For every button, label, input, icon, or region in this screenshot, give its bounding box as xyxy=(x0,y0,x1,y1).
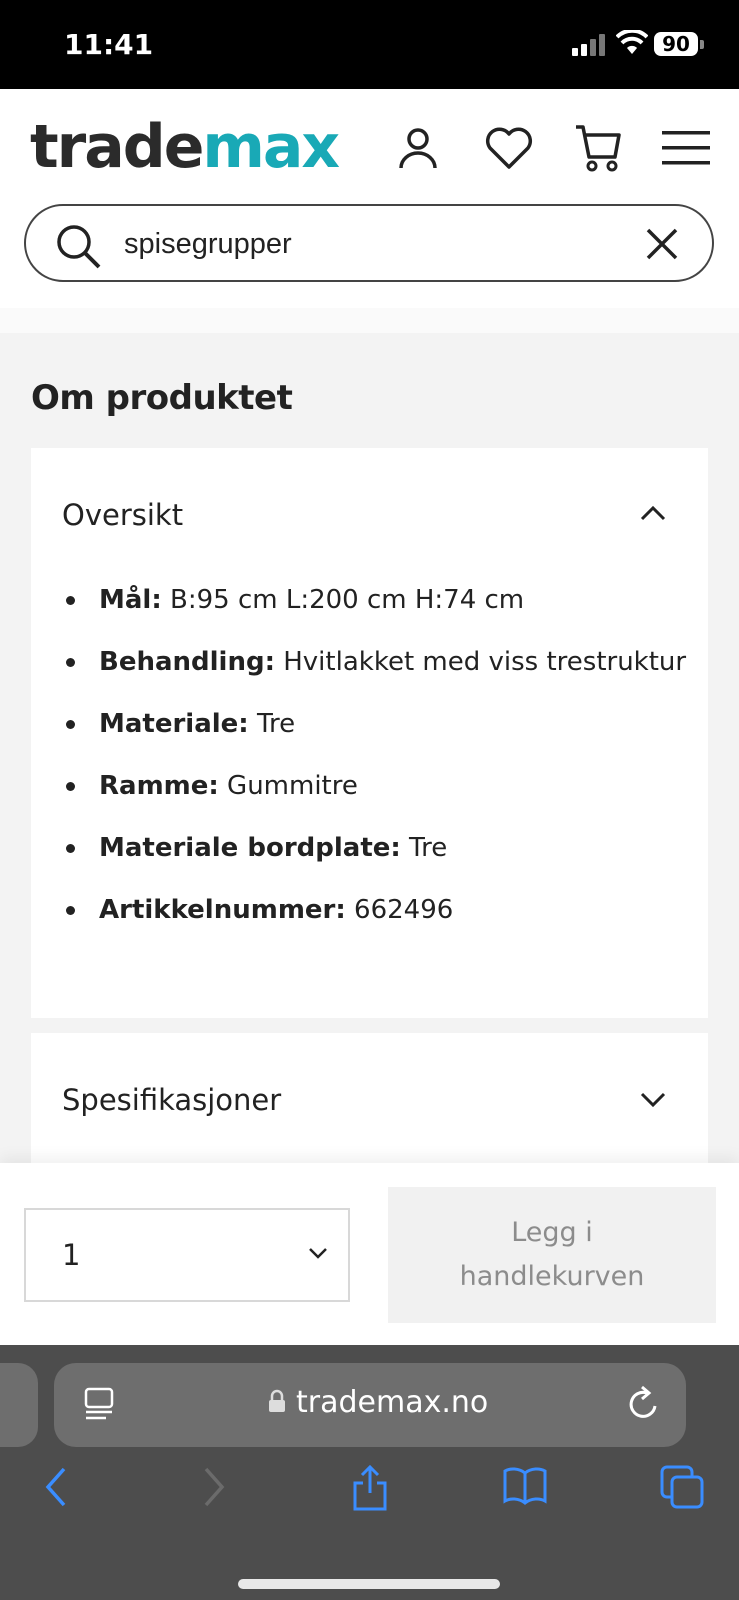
spec-value: B:95 cm L:200 cm H:74 cm xyxy=(161,585,525,615)
signal-icon xyxy=(572,34,605,56)
specifications-panel[interactable]: Spesifikasjoner xyxy=(31,1033,708,1163)
spec-value: Tre xyxy=(400,833,448,863)
spec-label: Behandling: xyxy=(99,647,275,677)
spec-value: Hvitlakket med viss trestruktur xyxy=(274,647,687,677)
status-time: 11:41 xyxy=(64,28,154,61)
browser-toolbar: trademax.no xyxy=(0,1345,739,1600)
chevron-up-icon[interactable] xyxy=(639,504,667,522)
tabs-icon[interactable] xyxy=(660,1465,704,1509)
forward-icon[interactable] xyxy=(200,1465,228,1509)
add-to-cart-button[interactable]: Legg i handlekurven xyxy=(388,1187,716,1323)
status-bar: 11:41 90 xyxy=(0,0,739,89)
heart-icon[interactable] xyxy=(481,120,537,176)
search-bar[interactable] xyxy=(24,204,714,282)
overview-title[interactable]: Oversikt xyxy=(62,498,183,532)
list-item: Materiale: Tre xyxy=(31,704,691,744)
battery-tip xyxy=(700,40,704,49)
url-text: trademax.no xyxy=(296,1385,489,1420)
address-bar[interactable]: trademax.no xyxy=(54,1363,686,1447)
wifi-icon xyxy=(616,30,648,54)
trademax-logo[interactable]: trademax xyxy=(30,112,340,182)
back-icon[interactable] xyxy=(42,1465,70,1509)
home-indicator xyxy=(238,1579,500,1589)
spec-value: Tre xyxy=(248,709,296,739)
reader-icon[interactable] xyxy=(84,1387,114,1421)
search-input[interactable] xyxy=(124,222,644,266)
spec-value: Gummitre xyxy=(218,771,358,801)
list-item: Materiale bordplate: Tre xyxy=(31,828,691,868)
list-item: Ramme: Gummitre xyxy=(31,766,691,806)
spec-value: 662496 xyxy=(345,895,454,925)
add-to-cart-bar: 1 Legg i handlekurven xyxy=(0,1163,739,1345)
reload-icon[interactable] xyxy=(626,1385,662,1423)
quantity-select[interactable]: 1 xyxy=(24,1208,350,1302)
spec-label: Materiale bordplate: xyxy=(99,833,401,863)
list-item: Behandling: Hvitlakket med viss trestruk… xyxy=(31,642,691,682)
list-item: Artikkelnummer: 662496 xyxy=(31,890,691,930)
spec-label: Mål: xyxy=(99,585,162,615)
overview-panel: Oversikt Mål: B:95 cm L:200 cm H:74 cm B… xyxy=(31,448,708,1018)
close-icon[interactable] xyxy=(644,226,680,262)
logo-part-max: max xyxy=(202,112,340,182)
overview-list: Mål: B:95 cm L:200 cm H:74 cm Behandling… xyxy=(31,580,691,952)
previous-tab-preview[interactable] xyxy=(0,1363,38,1447)
user-icon[interactable] xyxy=(390,120,446,176)
header-divider xyxy=(0,308,739,333)
menu-icon[interactable] xyxy=(658,120,714,176)
cart-icon[interactable] xyxy=(570,120,626,176)
chevron-down-icon xyxy=(309,1248,327,1259)
share-icon[interactable] xyxy=(350,1465,390,1511)
specifications-title[interactable]: Spesifikasjoner xyxy=(62,1083,281,1117)
quantity-value: 1 xyxy=(62,1238,81,1272)
bookmarks-icon[interactable] xyxy=(502,1465,548,1505)
lock-icon xyxy=(269,1389,285,1412)
logo-part-trade: trade xyxy=(30,112,204,182)
chevron-down-icon[interactable] xyxy=(639,1091,667,1109)
battery-level: 90 xyxy=(654,32,698,56)
spec-label: Ramme: xyxy=(99,771,219,801)
spec-label: Materiale: xyxy=(99,709,249,739)
search-icon xyxy=(57,225,101,269)
section-title: Om produktet xyxy=(31,378,293,418)
list-item: Mål: B:95 cm L:200 cm H:74 cm xyxy=(31,580,691,620)
spec-label: Artikkelnummer: xyxy=(99,895,346,925)
